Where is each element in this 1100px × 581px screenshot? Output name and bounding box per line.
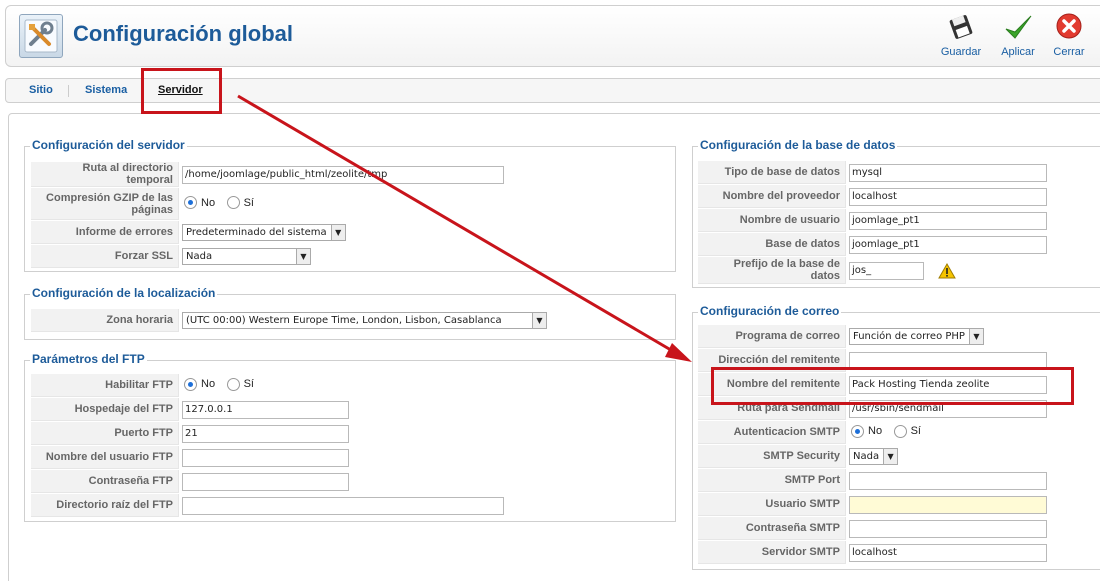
save-button[interactable]: Guardar xyxy=(937,12,985,58)
apply-button[interactable]: Aplicar xyxy=(994,12,1042,58)
dropdown-arrow-icon: ▼ xyxy=(532,313,546,328)
db-user-label: Nombre de usuario xyxy=(698,209,846,232)
mail-settings-table: Programa de correo Función de correo PHP… xyxy=(698,324,1050,565)
ftp-port-label: Puerto FTP xyxy=(31,422,179,445)
server-settings-legend: Configuración del servidor xyxy=(30,138,187,152)
temp-path-input[interactable]: /home/joomlage/public_html/zeolite/tmp xyxy=(182,165,504,184)
smtp-user-input[interactable] xyxy=(849,495,1047,514)
warning-icon xyxy=(937,262,956,278)
smtp-pass-input[interactable] xyxy=(849,519,1047,538)
radio-selected-icon xyxy=(184,196,197,209)
smtp-port-input[interactable] xyxy=(849,471,1047,490)
close-button[interactable]: Cerrar xyxy=(1045,12,1093,58)
db-user-input[interactable]: joomlage_pt1 xyxy=(849,211,1047,230)
error-report-label: Informe de errores xyxy=(31,221,179,244)
dropdown-arrow-icon: ▼ xyxy=(330,225,345,240)
mailer-label: Programa de correo xyxy=(698,325,846,348)
timezone-label: Zona horaria xyxy=(31,309,179,332)
db-name-label: Base de datos xyxy=(698,233,846,256)
gzip-radio-yes[interactable]: Sí xyxy=(225,196,254,209)
tab-separator xyxy=(68,85,69,97)
radio-unselected-icon xyxy=(226,377,240,391)
smtp-host-label: Servidor SMTP xyxy=(698,541,846,564)
smtp-user-label: Usuario SMTP xyxy=(698,493,846,516)
radio-unselected-icon xyxy=(226,196,240,209)
temp-path-label: Ruta al directorio temporal xyxy=(31,162,179,187)
gzip-radio-no[interactable]: No xyxy=(182,196,215,209)
server-settings-fieldset: Configuración del servidor Ruta al direc… xyxy=(24,138,676,272)
smtp-port-label: SMTP Port xyxy=(698,469,846,492)
apply-button-label: Aplicar xyxy=(1001,46,1035,58)
save-button-label: Guardar xyxy=(940,46,982,58)
db-type-input[interactable]: mysql xyxy=(849,163,1047,182)
force-ssl-label: Forzar SSL xyxy=(31,245,179,268)
checkmark-icon xyxy=(1005,15,1032,39)
force-ssl-select[interactable]: Nada ▼ xyxy=(182,248,311,265)
db-host-label: Nombre del proveedor xyxy=(698,185,846,208)
db-name-input[interactable]: joomlage_pt1 xyxy=(849,235,1047,254)
gzip-label: Compresión GZIP de las páginas xyxy=(31,188,179,220)
mail-settings-fieldset: Configuración de correo Programa de corr… xyxy=(692,304,1100,570)
server-settings-table: Ruta al directorio temporal /home/joomla… xyxy=(31,161,507,269)
dropdown-arrow-icon: ▼ xyxy=(883,449,898,464)
db-prefix-input[interactable]: jos_ xyxy=(849,261,924,280)
smtp-pass-label: Contraseña SMTP xyxy=(698,517,846,540)
tab-sitio[interactable]: Sitio xyxy=(29,84,53,96)
radio-selected-icon xyxy=(851,424,864,438)
radio-unselected-icon xyxy=(893,424,907,438)
dropdown-arrow-icon: ▼ xyxy=(296,249,310,264)
ftp-enable-label: Habilitar FTP xyxy=(31,374,179,397)
ftp-port-input[interactable]: 21 xyxy=(182,424,349,443)
ftp-root-input[interactable] xyxy=(182,496,504,515)
dropdown-arrow-icon: ▼ xyxy=(968,329,983,344)
radio-selected-icon xyxy=(184,377,197,391)
ftp-settings-legend: Parámetros del FTP xyxy=(30,352,147,366)
ftp-root-label: Directorio raíz del FTP xyxy=(31,494,179,517)
mail-settings-legend: Configuración de correo xyxy=(698,304,842,318)
smtp-auth-radio-yes[interactable]: Sí xyxy=(892,424,921,438)
database-settings-legend: Configuración de la base de datos xyxy=(698,138,898,152)
annotation-highlight-from-name xyxy=(711,367,1074,405)
smtp-host-input[interactable]: localhost xyxy=(849,543,1047,562)
tab-sistema[interactable]: Sistema xyxy=(85,84,127,96)
ftp-user-input[interactable] xyxy=(182,448,349,467)
floppy-disk-icon xyxy=(949,15,973,39)
db-type-label: Tipo de base de datos xyxy=(698,161,846,184)
ftp-settings-table: Habilitar FTP No Sí Hospedaje del FTP 12… xyxy=(31,373,507,518)
ftp-host-input[interactable]: 127.0.0.1 xyxy=(182,400,349,419)
ftp-settings-fieldset: Parámetros del FTP Habilitar FTP No Sí H… xyxy=(24,352,676,522)
mailer-select[interactable]: Función de correo PHP ▼ xyxy=(849,328,984,345)
annotation-highlight-servidor-tab xyxy=(141,68,222,114)
ftp-host-label: Hospedaje del FTP xyxy=(31,398,179,421)
smtp-security-select[interactable]: Nada ▼ xyxy=(849,448,899,465)
page-title: Configuración global xyxy=(73,21,293,46)
ftp-enable-radio-no[interactable]: No xyxy=(182,377,215,391)
db-prefix-label: Prefijo de la base de datos xyxy=(698,257,846,284)
database-settings-table: Tipo de base de datos mysql Nombre del p… xyxy=(698,160,1050,285)
close-circle-icon xyxy=(1056,13,1082,39)
ftp-password-label: Contraseña FTP xyxy=(31,470,179,493)
locale-settings-fieldset: Configuración de la localización Zona ho… xyxy=(24,286,676,340)
global-configuration-screen: Configuración global Guardar Aplicar Cer… xyxy=(0,0,1100,581)
timezone-select[interactable]: (UTC 00:00) Western Europe Time, London,… xyxy=(182,312,547,329)
locale-settings-legend: Configuración de la localización xyxy=(30,286,218,300)
configuration-tools-icon xyxy=(19,14,63,58)
ftp-enable-radio-yes[interactable]: Sí xyxy=(225,377,254,391)
database-settings-fieldset: Configuración de la base de datos Tipo d… xyxy=(692,138,1100,288)
smtp-auth-radio-no[interactable]: No xyxy=(849,424,882,438)
toolbar-header: Configuración global Guardar Aplicar Cer… xyxy=(5,5,1100,67)
locale-settings-table: Zona horaria (UTC 00:00) Western Europe … xyxy=(31,308,550,333)
smtp-security-label: SMTP Security xyxy=(698,445,846,468)
error-report-select[interactable]: Predeterminado del sistema ▼ xyxy=(182,224,346,241)
ftp-user-label: Nombre del usuario FTP xyxy=(31,446,179,469)
smtp-auth-label: Autenticacion SMTP xyxy=(698,421,846,444)
db-host-input[interactable]: localhost xyxy=(849,187,1047,206)
close-button-label: Cerrar xyxy=(1053,46,1085,58)
ftp-password-input[interactable] xyxy=(182,472,349,491)
